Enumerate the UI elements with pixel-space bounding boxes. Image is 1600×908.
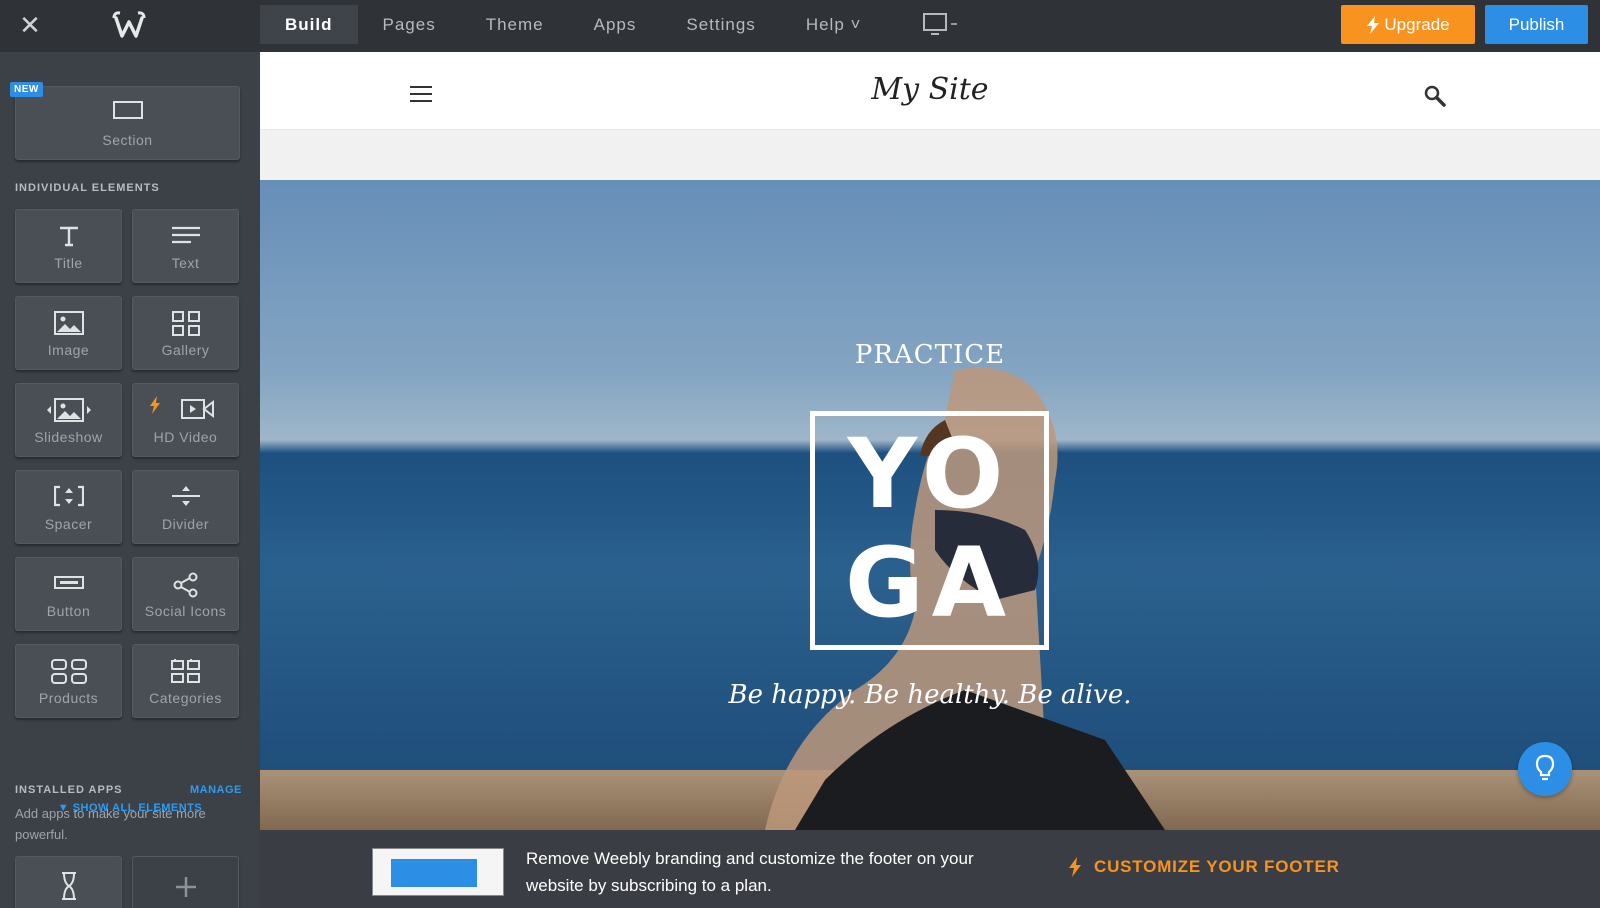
title-label: Title [54,255,83,271]
installed-apps-description: Add apps to make your site more powerful… [15,806,206,842]
element-section[interactable]: Section [15,86,240,160]
section-icon [112,101,143,119]
customize-footer-link[interactable]: CUSTOMIZE YOUR FOOTER [1068,857,1340,877]
site-canvas: My Site PRACTICE YO GA Be happy. Be heal… [260,52,1600,830]
publish-button[interactable]: Publish [1485,5,1588,44]
spacer-icon [53,485,84,507]
hero-section[interactable]: PRACTICE YO GA Be happy. Be healthy. Be … [260,180,1600,830]
add-app-tile[interactable] [132,856,239,908]
footer-preview-thumbnail [372,848,504,896]
social-icons-label: Social Icons [144,603,227,619]
share-icon [173,572,197,598]
plus-icon [175,877,196,897]
elements-sidebar: NEW Section INDIVIDUAL ELEMENTS Title Te… [0,52,260,908]
search-icon[interactable] [1423,84,1447,108]
image-label: Image [47,342,90,358]
hero-tagline: Be happy. Be healthy. Be alive. [728,680,1132,710]
tab-pages[interactable]: Pages [358,5,461,44]
divider-icon [171,486,200,506]
new-badge: NEW [10,82,43,97]
yoga-word-line-1: YO [847,418,1012,530]
spacer-label: Spacer [44,516,93,532]
hd-video-label: HD Video [153,429,218,445]
categories-icon [170,659,200,683]
element-slideshow[interactable]: Slideshow [15,383,122,457]
tab-build[interactable]: Build [260,5,358,44]
header-spacer-strip [260,130,1600,180]
site-title[interactable]: My Site [260,72,1600,107]
title-icon [59,226,78,247]
site-header: My Site [260,52,1600,130]
yoga-frame: YO GA [810,411,1049,650]
hourglass-icon [61,872,76,900]
element-title[interactable]: Title [15,209,122,283]
element-products[interactable]: Products [15,644,122,718]
desktop-preview-icon[interactable] [922,12,962,40]
upgrade-button[interactable]: Upgrade [1341,5,1475,44]
element-text[interactable]: Text [132,209,239,283]
footer-upsell-bar: Remove Weebly branding and customize the… [260,830,1600,908]
element-divider[interactable]: Divider [132,470,239,544]
installed-apps-heading: INSTALLED APPS [15,784,123,796]
video-icon [181,399,215,419]
gallery-label: Gallery [161,342,210,358]
categories-label: Categories [149,690,222,706]
text-icon [171,226,200,244]
customize-footer-label: CUSTOMIZE YOUR FOOTER [1094,857,1340,876]
top-bar: ✕ Build Pages Theme Apps Settings Help ˅… [0,0,1600,52]
lightning-icon [1367,15,1380,34]
divider-label: Divider [161,516,210,532]
products-label: Products [38,690,99,706]
tab-theme[interactable]: Theme [461,5,569,44]
tab-settings[interactable]: Settings [661,5,780,44]
slideshow-icon [46,398,91,422]
tab-apps[interactable]: Apps [569,5,662,44]
image-icon [53,311,84,335]
main-nav: Build Pages Theme Apps Settings Help ˅ [260,5,886,44]
button-label: Button [46,603,91,619]
yoga-word-line-2: GA [844,527,1015,639]
element-social-icons[interactable]: Social Icons [132,557,239,631]
button-icon [53,576,84,589]
lightbulb-icon[interactable] [1518,742,1572,796]
text-label: Text [171,255,200,271]
element-gallery[interactable]: Gallery [132,296,239,370]
upgrade-label: Upgrade [1384,14,1450,34]
lightning-icon [150,396,160,414]
footer-message: Remove Weebly branding and customize the… [526,849,974,895]
slideshow-label: Slideshow [34,429,103,445]
hero-kicker: PRACTICE [854,340,1006,370]
gallery-icon [171,311,200,336]
element-button[interactable]: Button [15,557,122,631]
app-tile[interactable] [15,856,122,908]
element-spacer[interactable]: Spacer [15,470,122,544]
section-label: Section [102,132,153,148]
close-icon[interactable]: ✕ [14,12,46,40]
lightning-icon [1069,857,1081,877]
products-icon [50,659,87,684]
element-categories[interactable]: Categories [132,644,239,718]
individual-elements-heading: INDIVIDUAL ELEMENTS [15,182,160,194]
weebly-logo-icon[interactable] [112,10,146,42]
tab-help[interactable]: Help ˅ [781,5,887,44]
manage-apps-link[interactable]: MANAGE [190,784,242,796]
element-image[interactable]: Image [15,296,122,370]
element-hd-video[interactable]: HD Video [132,383,239,457]
